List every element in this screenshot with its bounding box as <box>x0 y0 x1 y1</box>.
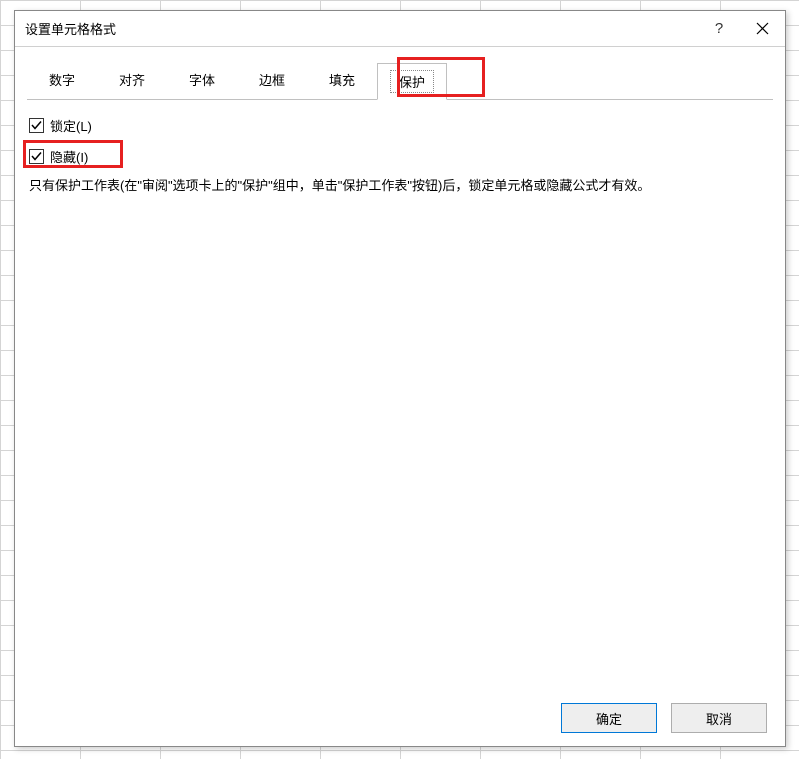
protection-help-text: 只有保护工作表(在"审阅"选项卡上的"保护"组中，单击"保护工作表"按钮)后，锁… <box>29 176 771 196</box>
tab-number[interactable]: 数字 <box>27 63 97 100</box>
tabs-row: 数字 对齐 字体 边框 填充 保护 <box>27 63 773 100</box>
locked-checkbox-row[interactable]: 锁定(L) <box>29 114 771 137</box>
checkmark-icon <box>31 120 42 131</box>
tab-font[interactable]: 字体 <box>167 63 237 100</box>
help-button[interactable]: ? <box>699 11 739 47</box>
tab-protection-label: 保护 <box>390 70 434 93</box>
tab-alignment[interactable]: 对齐 <box>97 63 167 100</box>
tab-border[interactable]: 边框 <box>237 63 307 100</box>
hidden-checkbox-row[interactable]: 隐藏(I) <box>29 145 771 168</box>
ok-button[interactable]: 确定 <box>561 703 657 733</box>
checkmark-icon <box>31 151 42 162</box>
tab-fill[interactable]: 填充 <box>307 63 377 100</box>
hidden-checkbox[interactable] <box>29 149 44 164</box>
tab-protection[interactable]: 保护 <box>377 63 447 100</box>
dialog-title: 设置单元格格式 <box>25 19 699 38</box>
close-icon <box>756 22 769 35</box>
titlebar: 设置单元格格式 ? <box>15 11 785 47</box>
content-area: 锁定(L) 隐藏(I) 只有保护工作表(在"审阅"选项卡上的"保护"组中，单击"… <box>15 100 785 690</box>
dialog-footer: 确定 取消 <box>15 690 785 746</box>
locked-checkbox[interactable] <box>29 118 44 133</box>
tabs-container: 数字 对齐 字体 边框 填充 保护 <box>15 47 785 100</box>
cancel-button[interactable]: 取消 <box>671 703 767 733</box>
locked-label: 锁定(L) <box>50 116 92 135</box>
hidden-label: 隐藏(I) <box>50 147 88 166</box>
format-cells-dialog: 设置单元格格式 ? 数字 对齐 字体 边框 填充 保护 <box>14 10 786 747</box>
close-button[interactable] <box>739 11 785 47</box>
